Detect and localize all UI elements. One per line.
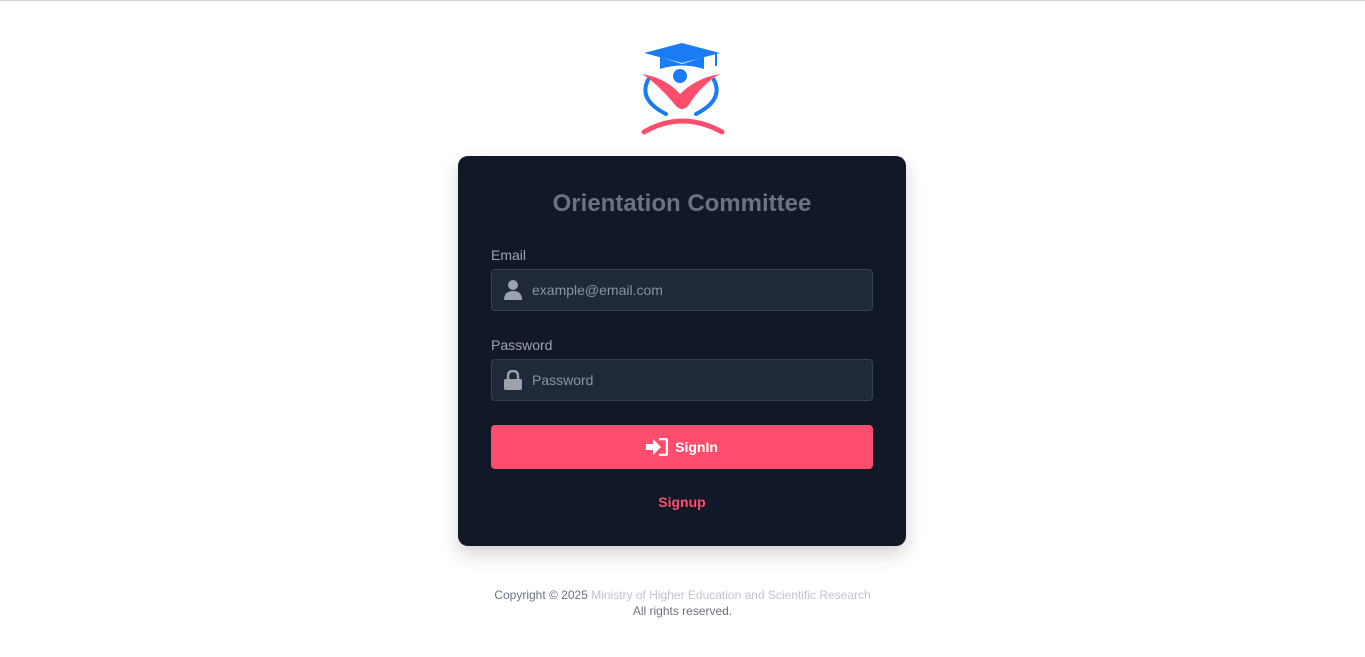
password-input[interactable]: [532, 360, 868, 400]
copyright-text: Copyright © 2025: [494, 588, 588, 602]
footer: Copyright © 2025 Ministry of Higher Educ…: [0, 587, 1365, 619]
rights-text: All rights reserved.: [632, 604, 733, 618]
user-icon: [504, 280, 522, 300]
password-label: Password: [491, 337, 553, 353]
signup-link[interactable]: Signup: [458, 494, 906, 510]
top-border: [0, 0, 1365, 1]
signin-button[interactable]: SignIn: [491, 425, 873, 469]
login-card: Orientation Committee Email Password Sig…: [458, 156, 906, 546]
password-field[interactable]: [491, 359, 873, 401]
copyright-line: Copyright © 2025 Ministry of Higher Educ…: [0, 587, 1365, 603]
sign-in-icon: [646, 438, 669, 456]
email-label: Email: [491, 247, 527, 263]
lock-icon: [504, 370, 522, 390]
email-field[interactable]: [491, 269, 873, 311]
signin-label: SignIn: [675, 439, 718, 455]
email-input[interactable]: [532, 270, 868, 310]
card-title: Orientation Committee: [552, 190, 812, 217]
graduation-logo-icon: [641, 43, 725, 135]
ministry-link[interactable]: Ministry of Higher Education and Scienti…: [591, 588, 870, 602]
